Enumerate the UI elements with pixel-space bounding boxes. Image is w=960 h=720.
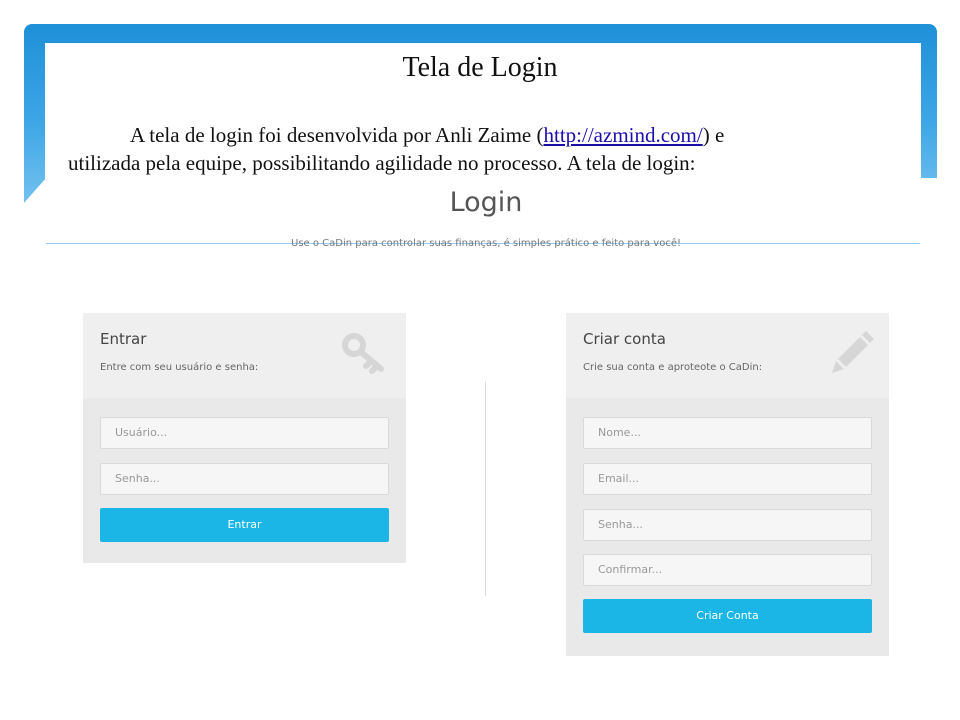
paragraph-line-1: A tela de login foi desenvolvida por Anl… xyxy=(68,121,848,149)
password-input[interactable]: Senha... xyxy=(100,463,389,495)
pencil-icon xyxy=(832,331,874,373)
slide-paragraph: A tela de login foi desenvolvida por Anl… xyxy=(68,121,848,177)
login-subtitle: Use o CaDin para controlar suas finanças… xyxy=(291,238,681,249)
paragraph-text: A tela de login foi desenvolvida por Anl… xyxy=(130,123,544,147)
signin-title: Entrar xyxy=(100,330,147,348)
signin-description: Entre com seu usuário e senha: xyxy=(100,362,259,373)
paragraph-line-2: utilizada pela equipe, possibilitando ag… xyxy=(68,151,696,175)
username-input[interactable]: Usuário... xyxy=(100,417,389,449)
signup-description: Crie sua conta e aproteote o CaDin: xyxy=(583,362,763,373)
name-input[interactable]: Nome... xyxy=(583,417,872,449)
login-heading: Login xyxy=(449,187,523,218)
paragraph-text: ) e xyxy=(702,123,725,147)
signin-panel: Entrar Entre com seu usuário e senha: Us… xyxy=(83,313,406,563)
signup-password-input[interactable]: Senha... xyxy=(583,509,872,541)
key-icon xyxy=(342,333,384,374)
signin-button[interactable]: Entrar xyxy=(100,508,389,542)
signup-title: Criar conta xyxy=(583,330,666,348)
create-account-button[interactable]: Criar Conta xyxy=(583,599,872,633)
slide-title: Tela de Login xyxy=(402,52,558,83)
azmind-link[interactable]: http://azmind.com/ xyxy=(544,123,703,147)
panel-divider xyxy=(485,382,486,596)
email-input[interactable]: Email... xyxy=(583,463,872,495)
signup-panel: Criar conta Crie sua conta e aproteote o… xyxy=(566,313,889,656)
confirm-password-input[interactable]: Confirmar... xyxy=(583,554,872,586)
